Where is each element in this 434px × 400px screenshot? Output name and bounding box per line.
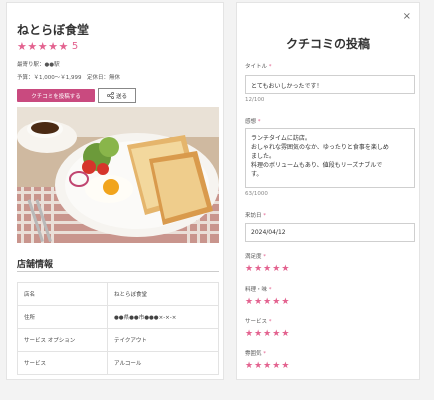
- table-cell: ねとらぼ食堂: [107, 282, 219, 306]
- star-icon: ★: [27, 40, 38, 53]
- star-icon[interactable]: ★: [281, 265, 289, 274]
- table-header-cell: 住所: [17, 305, 108, 329]
- star-icon[interactable]: ★: [254, 362, 262, 371]
- star-icon[interactable]: ★: [245, 330, 253, 339]
- body-counter: 63/1000: [245, 191, 268, 197]
- title-counter: 12/100: [245, 97, 265, 103]
- atmosphere-rating[interactable]: ★ ★ ★ ★ ★: [245, 362, 290, 371]
- shop-info-table: 店名 ねとらぼ食堂 住所 ●●県●●市●●●×-×-× サービス オプション テ…: [17, 282, 219, 375]
- table-row: サービス アルコール: [17, 351, 219, 375]
- table-header-cell: 店名: [17, 282, 108, 306]
- star-icon[interactable]: ★: [254, 330, 262, 339]
- rating-label-atmosphere: 雰囲気 *: [245, 351, 267, 357]
- title-label: タイトル *: [245, 64, 272, 70]
- share-button[interactable]: 送る: [98, 88, 136, 103]
- review-textarea[interactable]: ランチタイムに訪店。 おしゃれな雰囲気のなか、ゆったりと食事を楽しめ ました。 …: [245, 128, 415, 188]
- star-icon[interactable]: ★: [281, 298, 289, 307]
- shop-rating: ★ ★ ★ ★ ★ 5: [17, 41, 78, 52]
- visit-date-label: 来訪日 *: [245, 213, 267, 219]
- post-review-button[interactable]: クチコミを投稿する: [17, 89, 95, 102]
- star-icon: ★: [37, 40, 48, 53]
- shop-photo: [17, 107, 219, 243]
- nearest-station: 最寄り駅：●●駅: [17, 62, 60, 68]
- title-input[interactable]: とてもおいしかったです！: [245, 75, 415, 94]
- star-icon[interactable]: ★: [263, 362, 271, 371]
- star-icon[interactable]: ★: [263, 265, 271, 274]
- close-icon[interactable]: ×: [403, 12, 411, 22]
- service-rating[interactable]: ★ ★ ★ ★ ★: [245, 330, 290, 339]
- star-icon[interactable]: ★: [281, 362, 289, 371]
- table-cell: ●●県●●市●●●×-×-×: [107, 305, 219, 329]
- star-icon[interactable]: ★: [245, 362, 253, 371]
- table-row: サービス オプション テイクアウト: [17, 328, 219, 352]
- star-icon[interactable]: ★: [272, 298, 280, 307]
- star-icon[interactable]: ★: [254, 298, 262, 307]
- budget-and-holiday: 予算：￥1,000～￥1,999 定休日：無休: [17, 75, 120, 81]
- star-icon: ★: [58, 40, 69, 53]
- divider: [17, 271, 219, 272]
- table-cell: テイクアウト: [107, 328, 219, 352]
- satisfaction-rating[interactable]: ★ ★ ★ ★ ★: [245, 265, 290, 274]
- star-icon[interactable]: ★: [263, 298, 271, 307]
- visit-date-input[interactable]: 2024/04/12: [245, 223, 415, 242]
- star-icon[interactable]: ★: [272, 330, 280, 339]
- shop-name: ねとらぼ食堂: [17, 23, 90, 37]
- star-icon[interactable]: ★: [254, 265, 262, 274]
- modal-title: クチコミの投稿: [285, 37, 370, 51]
- share-icon: [106, 92, 114, 99]
- star-icon: ★: [17, 40, 27, 53]
- table-row: 住所 ●●県●●市●●●×-×-×: [17, 305, 219, 329]
- shop-detail-panel: ねとらぼ食堂 ★ ★ ★ ★ ★ 5 最寄り駅：●●駅 予算：￥1,000～￥1…: [6, 2, 224, 380]
- body-label: 感想 *: [245, 119, 261, 125]
- rating-number: 5: [71, 41, 79, 52]
- food-rating[interactable]: ★ ★ ★ ★ ★: [245, 298, 290, 307]
- star-icon[interactable]: ★: [245, 298, 253, 307]
- star-icon[interactable]: ★: [263, 330, 271, 339]
- rating-label-food: 料理・味 *: [245, 287, 272, 293]
- star-icon[interactable]: ★: [281, 330, 289, 339]
- rating-label-service: サービス *: [245, 319, 272, 325]
- star-icon: ★: [48, 40, 58, 53]
- review-form-modal: × クチコミの投稿 タイトル * とてもおいしかったです！ 12/100 感想 …: [236, 2, 420, 380]
- share-button-label: 送る: [115, 93, 127, 100]
- table-cell: アルコール: [107, 351, 219, 375]
- table-row: 店名 ねとらぼ食堂: [17, 282, 219, 306]
- star-icon[interactable]: ★: [272, 362, 280, 371]
- rating-label-satisfaction: 満足度 *: [245, 254, 267, 260]
- star-icon[interactable]: ★: [245, 265, 253, 274]
- table-header-cell: サービス: [17, 351, 108, 375]
- shop-info-heading: 店舗情報: [17, 260, 54, 270]
- star-icon[interactable]: ★: [272, 265, 280, 274]
- table-header-cell: サービス オプション: [17, 328, 108, 352]
